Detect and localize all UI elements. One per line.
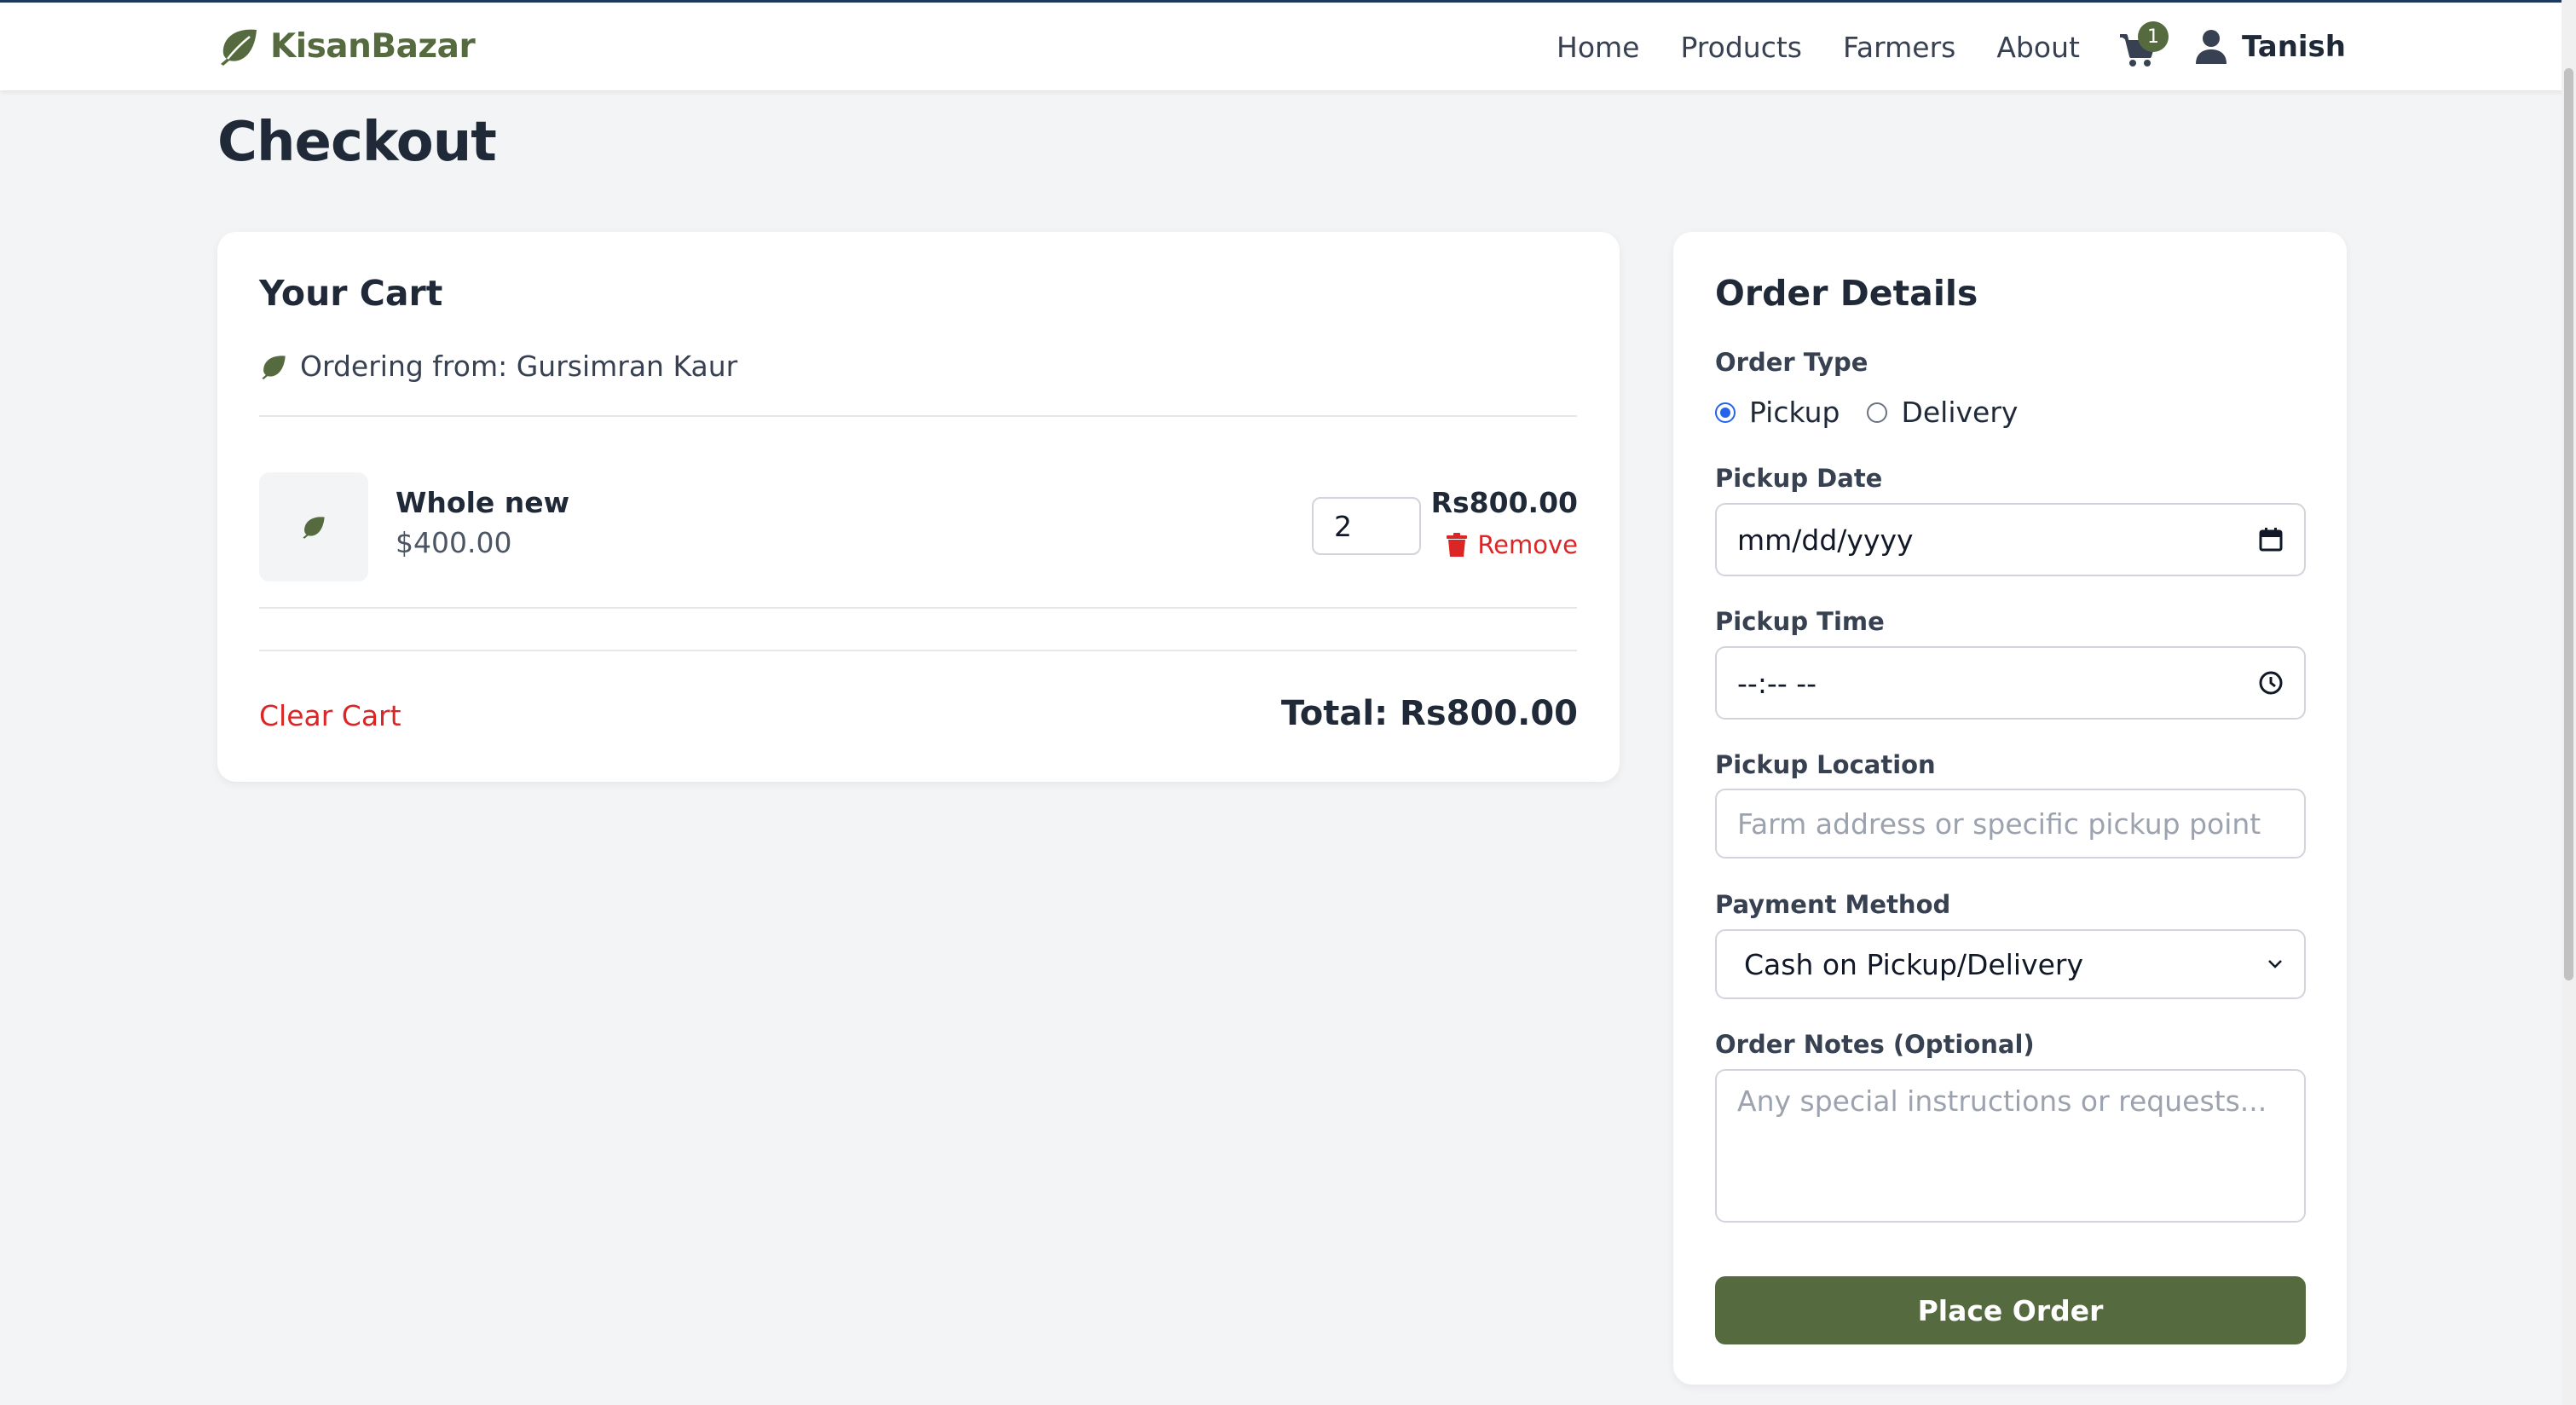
leaf-icon (303, 517, 325, 539)
trash-icon (1447, 533, 1468, 557)
order-notes-label: Order Notes (Optional) (1715, 1030, 2035, 1059)
clear-cart-button[interactable]: Clear Cart (259, 699, 401, 732)
payment-method-label: Payment Method (1715, 890, 1951, 919)
cart-panel: Your Cart Ordering from: Gursimran Kaur … (217, 232, 1620, 782)
page-title: Checkout (217, 111, 497, 174)
pickup-time-value: --:-- -- (1737, 666, 1817, 700)
pickup-date-label: Pickup Date (1715, 464, 1883, 493)
quantity-input[interactable] (1312, 497, 1421, 555)
pickup-date-input[interactable]: mm/dd/yyyy (1715, 503, 2306, 576)
nav-about[interactable]: About (1996, 31, 2080, 64)
order-notes-placeholder: Any special instructions or requests... (1737, 1084, 2267, 1118)
pickup-time-label: Pickup Time (1715, 607, 1885, 636)
pickup-radio[interactable] (1715, 402, 1736, 423)
order-notes-textarea[interactable]: Any special instructions or requests... (1715, 1069, 2306, 1223)
clock-icon[interactable] (2258, 670, 2284, 696)
cart-item-unit-price: $400.00 (396, 526, 512, 559)
calendar-icon[interactable] (2258, 527, 2284, 552)
pickup-location-label: Pickup Location (1715, 750, 1936, 779)
remove-label: Remove (1477, 530, 1578, 559)
main-nav: Home Products Farmers About 1 Tanish (1557, 21, 2346, 70)
order-details-title: Order Details (1715, 273, 1978, 314)
divider (259, 650, 1577, 651)
leaf-icon (221, 29, 257, 66)
delivery-radio-label[interactable]: Delivery (1901, 396, 2018, 429)
pickup-time-input[interactable]: --:-- -- (1715, 646, 2306, 720)
nav-home[interactable]: Home (1557, 31, 1639, 64)
user-menu[interactable]: Tanish (2195, 30, 2346, 64)
top-navbar: KisanBazar Home Products Farmers About 1… (0, 3, 2576, 90)
user-icon (2195, 30, 2227, 64)
ordering-from: Ordering from: Gursimran Kaur (259, 350, 737, 383)
brand-logo[interactable]: KisanBazar (217, 26, 476, 66)
cart-item-name: Whole new (396, 486, 570, 519)
order-type-label: Order Type (1715, 348, 1868, 377)
brand-name: KisanBazar (270, 26, 476, 66)
cart-button[interactable]: 1 (2119, 21, 2169, 66)
pickup-location-placeholder: Farm address or specific pickup point (1737, 807, 2261, 841)
divider (259, 415, 1577, 417)
delivery-radio[interactable] (1867, 402, 1888, 423)
leaf-icon (262, 355, 286, 379)
divider (259, 607, 1577, 609)
cart-item-line-total: Rs800.00 (1430, 486, 1578, 519)
remove-item-button[interactable]: Remove (1447, 530, 1578, 559)
pickup-location-input[interactable]: Farm address or specific pickup point (1715, 789, 2306, 859)
ordering-from-text: Ordering from: Gursimran Kaur (300, 350, 738, 383)
order-details-panel: Order Details Order Type Pickup Delivery… (1673, 232, 2347, 1385)
cart-title: Your Cart (259, 273, 443, 314)
payment-method-select[interactable]: Cash on Pickup/Delivery (1715, 929, 2306, 999)
nav-farmers[interactable]: Farmers (1843, 31, 1955, 64)
product-thumbnail (259, 472, 368, 581)
payment-method-value: Cash on Pickup/Delivery (1744, 947, 2083, 981)
user-name: Tanish (2241, 30, 2346, 64)
place-order-button[interactable]: Place Order (1715, 1276, 2306, 1344)
pickup-date-value: mm/dd/yyyy (1737, 523, 1914, 557)
chevron-down-icon (2268, 960, 2282, 968)
nav-products[interactable]: Products (1680, 31, 1802, 64)
order-type-group: Pickup Delivery (1715, 396, 2018, 429)
cart-total: Total: Rs800.00 (1280, 694, 1578, 733)
pickup-radio-label[interactable]: Pickup (1749, 396, 1840, 429)
cart-count-badge: 1 (2137, 21, 2169, 52)
scrollbar-thumb[interactable] (2564, 68, 2573, 980)
